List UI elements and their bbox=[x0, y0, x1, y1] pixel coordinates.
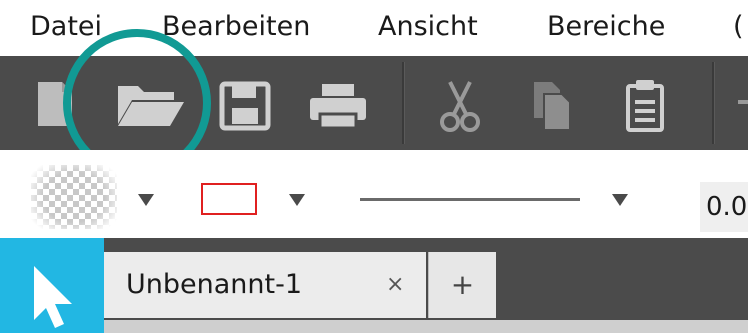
select-tool-button[interactable] bbox=[0, 238, 104, 333]
menu-bereiche[interactable]: Bereiche bbox=[547, 7, 665, 47]
close-tab-icon[interactable]: × bbox=[386, 252, 404, 318]
open-button[interactable] bbox=[112, 56, 188, 150]
arrow-pointer-icon bbox=[34, 266, 72, 328]
canvas-top-edge bbox=[104, 320, 748, 333]
cut-icon bbox=[440, 81, 480, 132]
new-document-icon bbox=[38, 82, 72, 126]
fill-pattern-swatch[interactable] bbox=[31, 165, 117, 229]
open-folder-icon bbox=[118, 86, 184, 126]
paste-button[interactable] bbox=[620, 56, 670, 150]
save-icon bbox=[219, 81, 271, 131]
menu-bar: Datei Bearbeiten Ansicht Bereiche ( bbox=[0, 0, 748, 56]
stroke-dropdown-arrow-icon[interactable] bbox=[289, 194, 305, 206]
toolbar-separator bbox=[712, 62, 715, 144]
tab-bar: Unbenannt-1 × + bbox=[0, 238, 748, 333]
menu-next-partial[interactable]: ( bbox=[733, 7, 744, 47]
stroke-color-swatch[interactable] bbox=[201, 183, 257, 215]
partial-tool-button[interactable] bbox=[728, 56, 748, 150]
menu-bearbeiten[interactable]: Bearbeiten bbox=[162, 7, 310, 47]
copy-button[interactable] bbox=[524, 56, 580, 150]
save-button[interactable] bbox=[216, 56, 276, 150]
line-style-dropdown-arrow-icon[interactable] bbox=[612, 194, 628, 206]
new-document-button[interactable] bbox=[28, 56, 78, 150]
fill-dropdown-arrow-icon[interactable] bbox=[138, 194, 154, 206]
copy-icon bbox=[534, 82, 571, 131]
main-toolbar bbox=[0, 56, 748, 150]
menu-ansicht[interactable]: Ansicht bbox=[378, 7, 478, 47]
menu-datei[interactable]: Datei bbox=[30, 7, 102, 47]
paste-icon bbox=[626, 80, 664, 132]
print-icon bbox=[310, 84, 366, 130]
toolbar-separator bbox=[402, 62, 405, 144]
document-tab[interactable]: Unbenannt-1 × bbox=[104, 252, 426, 318]
cut-button[interactable] bbox=[432, 56, 488, 150]
print-button[interactable] bbox=[304, 56, 374, 150]
partial-tool-icon bbox=[738, 100, 748, 104]
document-tab-label: Unbenannt-1 bbox=[126, 269, 303, 300]
line-style-preview[interactable] bbox=[360, 198, 580, 201]
line-width-field[interactable]: 0.0 bbox=[700, 182, 748, 232]
new-tab-button[interactable]: + bbox=[428, 252, 496, 318]
